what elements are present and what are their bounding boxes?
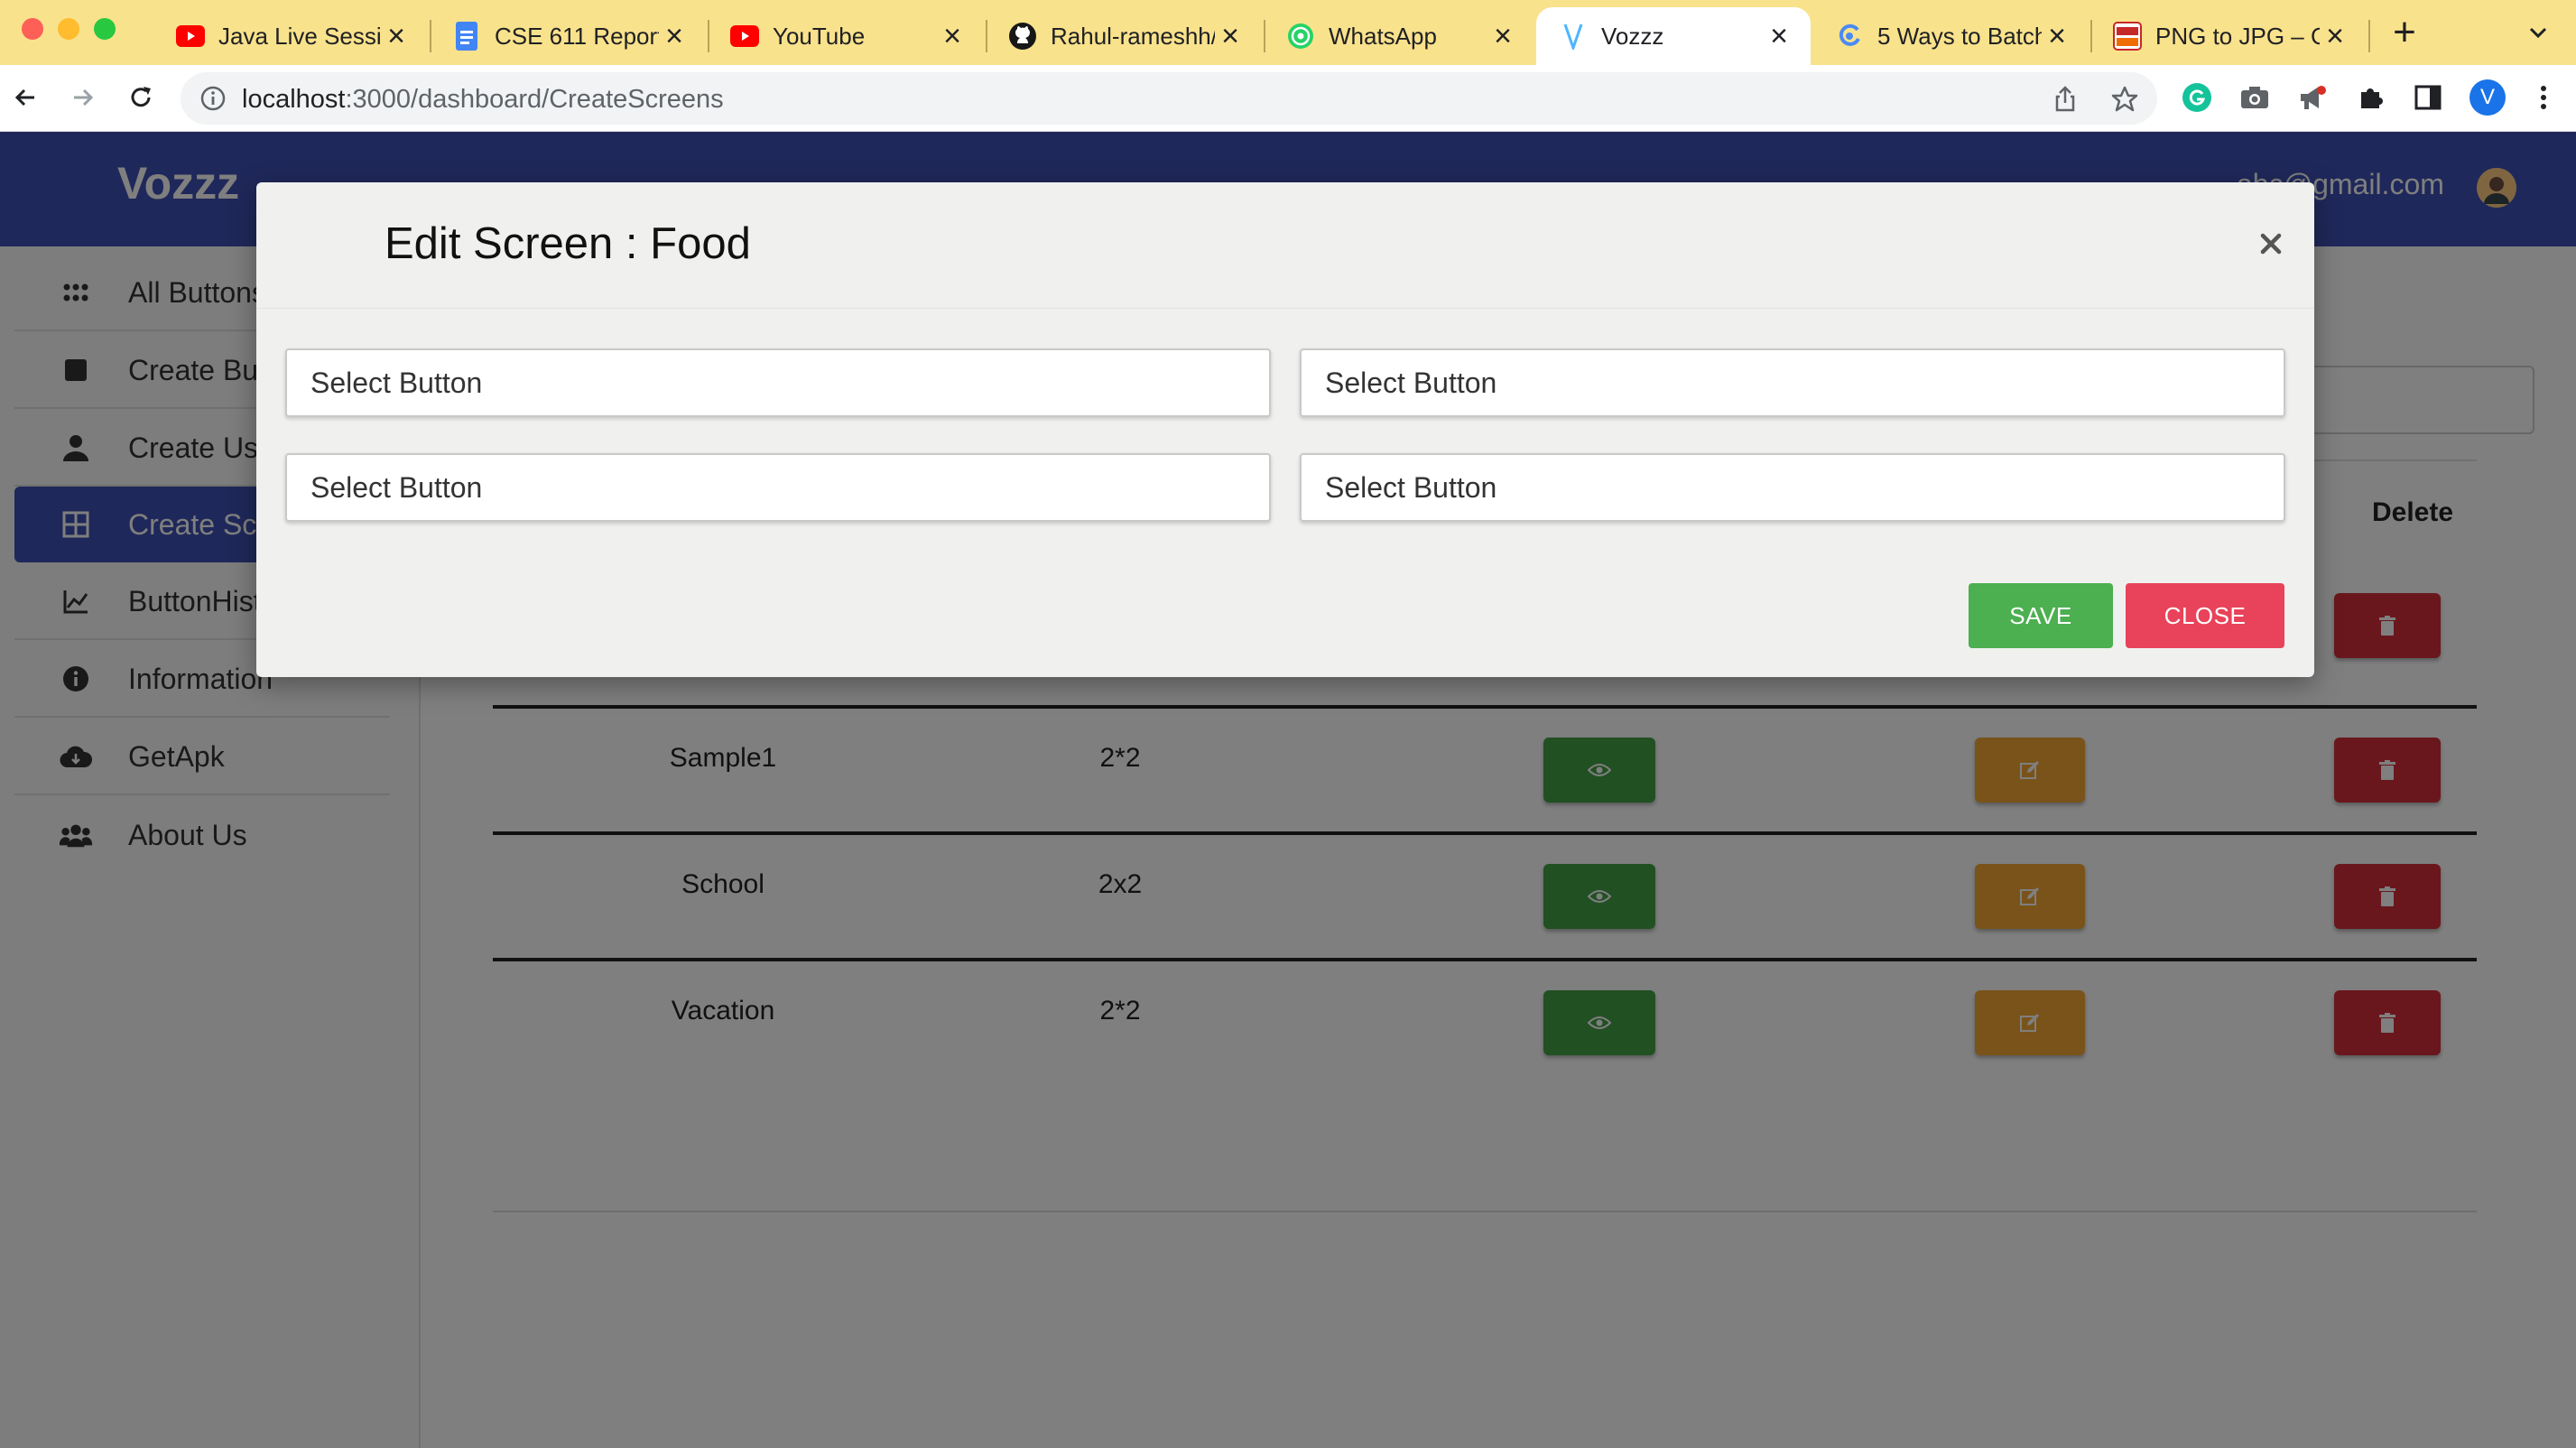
edit-screen-modal: Edit Screen : Food Select Button Select …	[256, 182, 2314, 677]
browser-tab[interactable]: Java Live Sessio ×	[153, 7, 428, 65]
google-docs-icon	[451, 21, 482, 51]
megaphone-icon[interactable]	[2296, 81, 2329, 114]
select-button-field-2[interactable]: Select Button	[1300, 348, 2285, 417]
browser-tab-strip: Java Live Sessio × CSE 611 Report × YouT…	[0, 0, 2576, 65]
close-icon[interactable]	[2253, 226, 2289, 262]
reload-icon[interactable]	[123, 79, 159, 116]
window-minimize-dot[interactable]	[58, 18, 79, 40]
browser-tab-active[interactable]: Vozzz ×	[1536, 7, 1811, 65]
tab-close-icon[interactable]: ×	[1487, 19, 1518, 53]
browser-toolbar: localhost:3000/dashboard/CreateScreens	[0, 65, 2576, 132]
grammarly-icon[interactable]	[2181, 81, 2213, 114]
browser-tab[interactable]: YouTube ×	[708, 7, 984, 65]
tab-title: CSE 611 Report	[495, 22, 659, 50]
info-icon[interactable]	[200, 86, 226, 111]
url-text: localhost:3000/dashboard/CreateScreens	[242, 85, 724, 114]
browser-tab[interactable]: Rahul-rameshh/ ×	[986, 7, 1262, 65]
modal-header: Edit Screen : Food	[256, 182, 2314, 309]
close-button[interactable]: CLOSE	[2126, 583, 2284, 648]
vozzz-icon	[1558, 21, 1589, 51]
tab-title: 5 Ways to Batch	[1877, 22, 2042, 50]
youtube-icon	[175, 21, 206, 51]
chevron-down-icon[interactable]	[2524, 18, 2553, 47]
tab-title: PNG to JPG – C	[2155, 22, 2320, 50]
camera-icon[interactable]	[2238, 81, 2271, 114]
select-button-field-4[interactable]: Select Button	[1300, 453, 2285, 522]
browser-tab[interactable]: PNG to JPG – C ×	[2090, 7, 2367, 65]
save-button[interactable]: SAVE	[1969, 583, 2113, 648]
profile-avatar[interactable]: V	[2469, 79, 2506, 116]
png-jpg-icon	[2112, 21, 2143, 51]
tab-close-icon[interactable]: ×	[1764, 19, 1794, 53]
side-panel-icon[interactable]	[2412, 81, 2444, 114]
tab-close-icon[interactable]: ×	[381, 19, 412, 53]
github-icon	[1007, 21, 1038, 51]
bookmark-star-icon[interactable]	[2110, 85, 2139, 114]
browser-tab[interactable]: WhatsApp ×	[1264, 7, 1534, 65]
tab-title: Java Live Sessio	[218, 22, 381, 50]
tab-title: WhatsApp	[1329, 22, 1437, 50]
address-bar[interactable]: localhost:3000/dashboard/CreateScreens	[181, 72, 2157, 125]
browser-tab[interactable]: 5 Ways to Batch ×	[1812, 7, 2089, 65]
youtube-icon	[729, 21, 760, 51]
window-close-dot[interactable]	[22, 18, 43, 40]
tab-close-icon[interactable]: ×	[2320, 19, 2350, 53]
back-arrow-icon[interactable]	[7, 79, 43, 116]
window-zoom-dot[interactable]	[94, 18, 116, 40]
tab-close-icon[interactable]: ×	[2042, 19, 2072, 53]
modal-title: Edit Screen : Food	[385, 219, 751, 268]
tab-close-icon[interactable]: ×	[937, 19, 968, 53]
more-options-icon[interactable]	[2533, 81, 2554, 114]
tab-title: Rahul-rameshh/	[1051, 22, 1215, 50]
whatsapp-icon	[1285, 21, 1316, 51]
tab-close-icon[interactable]: ×	[1215, 19, 1246, 53]
puzzle-extension-icon[interactable]	[2354, 81, 2386, 114]
tab-title: YouTube	[773, 22, 866, 50]
swirl-icon	[1834, 21, 1865, 51]
browser-tab[interactable]: CSE 611 Report ×	[430, 7, 706, 65]
select-button-field-1[interactable]: Select Button	[285, 348, 1271, 417]
share-icon[interactable]	[2051, 85, 2080, 114]
new-tab-icon[interactable]: +	[2386, 13, 2423, 52]
forward-arrow-icon[interactable]	[65, 79, 101, 116]
tab-title: Vozzz	[1601, 22, 1664, 50]
tab-close-icon[interactable]: ×	[659, 19, 690, 53]
select-button-field-3[interactable]: Select Button	[285, 453, 1271, 522]
